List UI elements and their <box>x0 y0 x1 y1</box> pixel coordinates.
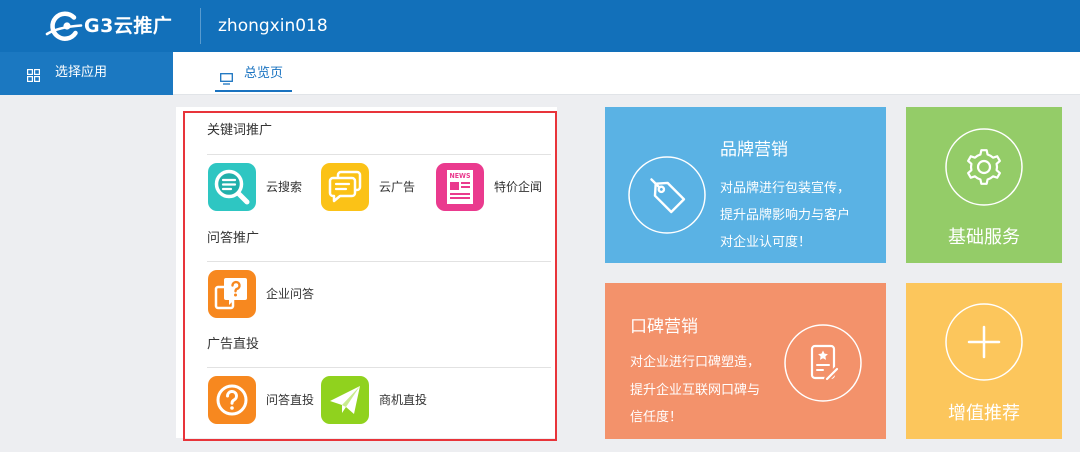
news-icon-text: NEWS <box>450 172 471 180</box>
section-title-qa-promotion: 问答推广 <box>207 231 260 246</box>
certificate-icon <box>784 324 862 402</box>
app-item-qa-direct[interactable]: 问答直投 <box>208 376 318 424</box>
gear-icon <box>945 128 1023 206</box>
tile-title: 口碑营销 <box>630 317 698 337</box>
paper-plane-icon <box>321 376 369 424</box>
value-added-recommendations-tile[interactable]: 增值推荐 <box>906 283 1062 439</box>
tile-title: 品牌营销 <box>720 140 788 160</box>
tile-description-line: 对企业进行口碑塑造， <box>630 355 761 370</box>
app-item-special-news[interactable]: NEWS 特价企闻 <box>436 163 546 211</box>
select-app-button[interactable]: 选择应用 <box>0 52 173 95</box>
app-item-cloud-search[interactable]: 云搜索 <box>208 163 308 211</box>
app-item-enterprise-qa[interactable]: 企业问答 <box>208 270 318 318</box>
swirl-logo-icon <box>45 9 83 43</box>
chat-icon <box>321 163 369 211</box>
tab-overview[interactable]: 总览页 <box>215 52 292 95</box>
tile-description: 对企业进行口碑塑造， 提升企业互联网口碑与 信任度！ <box>630 349 760 432</box>
monitor-icon <box>220 70 233 85</box>
tile-description-line: 对企业认可度！ <box>720 235 812 250</box>
header-divider <box>200 8 201 44</box>
tile-description-line: 提升企业互联网口碑与 <box>630 382 761 398</box>
search-icon <box>208 163 256 211</box>
promotion-panel: 关键词推广 云搜索 云广告 NEWS 特价企闻 问答推广 企业问答 广告直投 问… <box>176 107 557 438</box>
tab-bar: 总览页 <box>173 52 1080 95</box>
logo-text: G3云推广 <box>84 15 173 37</box>
tile-title: 增值推荐 <box>948 403 1020 424</box>
app-item-label: 特价企闻 <box>494 180 543 194</box>
tile-description: 对品牌进行包装宣传， 提升品牌影响力与客户 对企业认可度！ <box>720 175 850 256</box>
plus-icon <box>945 303 1023 381</box>
app-item-business-direct[interactable]: 商机直投 <box>321 376 431 424</box>
tag-icon <box>628 156 706 234</box>
news-icon: NEWS <box>436 163 484 211</box>
app-item-label: 企业问答 <box>266 287 315 301</box>
grid-icon <box>27 67 41 83</box>
app-item-cloud-ads[interactable]: 云广告 <box>321 163 421 211</box>
logo[interactable]: G3云推广 <box>45 8 190 44</box>
tile-description-line: 信任度！ <box>630 410 683 425</box>
top-header: G3云推广 zhongxin018 <box>0 0 1080 52</box>
section-divider <box>207 154 551 155</box>
word-of-mouth-marketing-tile[interactable]: 口碑营销 对企业进行口碑塑造， 提升企业互联网口碑与 信任度！ <box>605 283 886 439</box>
qa-icon <box>208 270 256 318</box>
tile-description-line: 对品牌进行包装宣传， <box>720 181 851 196</box>
app-item-label: 问答直投 <box>266 393 315 407</box>
app-item-label: 云广告 <box>379 180 416 194</box>
section-title-keyword-promotion: 关键词推广 <box>207 123 273 138</box>
brand-marketing-tile[interactable]: 品牌营销 对品牌进行包装宣传， 提升品牌影响力与客户 对企业认可度！ <box>605 107 886 263</box>
section-title-direct-ads: 广告直投 <box>207 337 260 352</box>
section-divider <box>207 367 551 368</box>
tile-description-line: 提升品牌影响力与客户 <box>720 208 851 223</box>
app-item-label: 云搜索 <box>266 180 303 194</box>
username[interactable]: zhongxin018 <box>218 14 328 38</box>
app-item-label: 商机直投 <box>379 393 428 407</box>
section-divider <box>207 261 551 262</box>
select-app-label: 选择应用 <box>55 65 108 80</box>
basic-services-tile[interactable]: 基础服务 <box>906 107 1062 263</box>
active-tab-indicator <box>215 90 292 92</box>
tile-title: 基础服务 <box>948 227 1020 248</box>
question-circle-icon <box>208 376 256 424</box>
tab-label: 总览页 <box>244 66 284 81</box>
